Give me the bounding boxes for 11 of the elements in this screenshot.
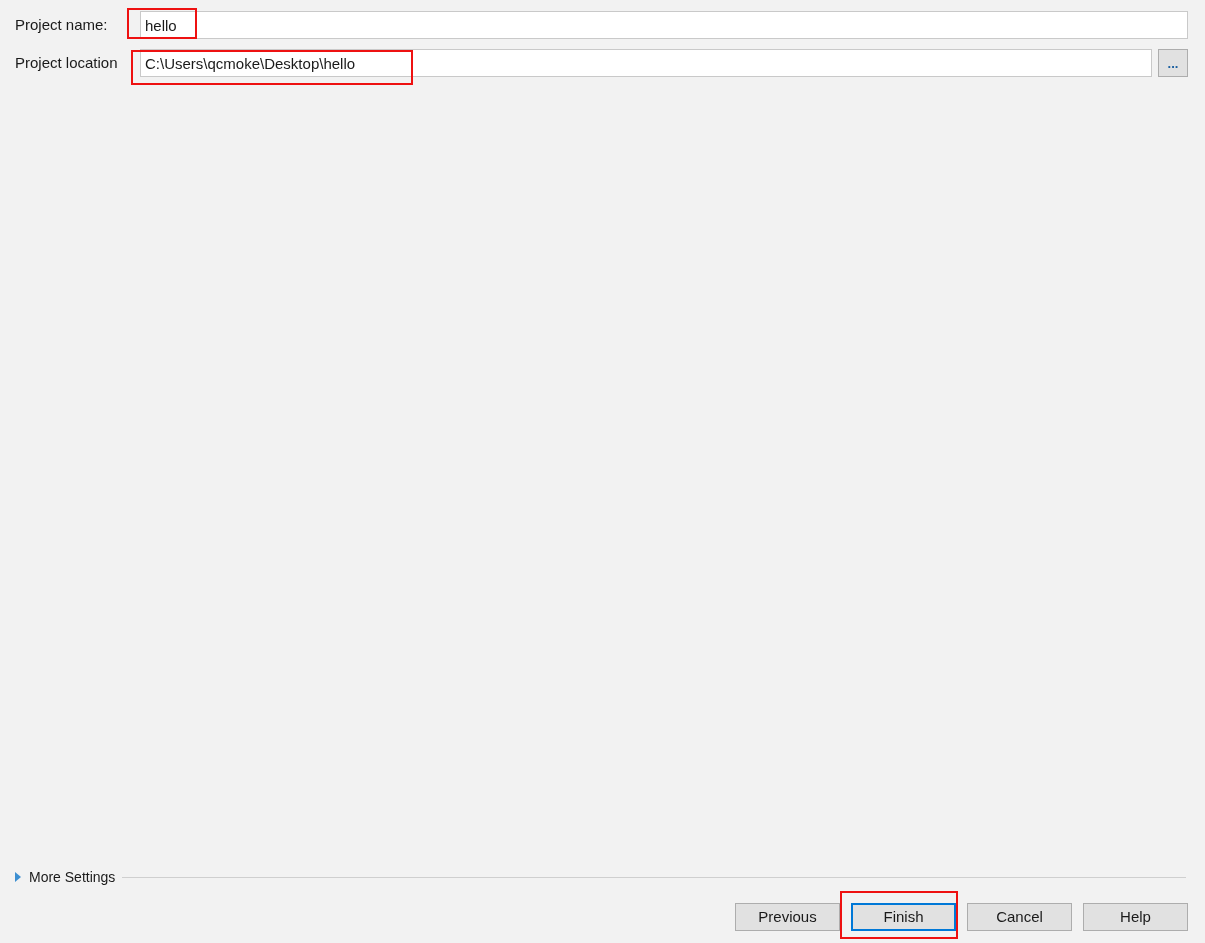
browse-button[interactable]: ... bbox=[1158, 49, 1188, 77]
field-label: Project name: bbox=[15, 14, 109, 35]
field-label: Project location bbox=[15, 52, 119, 73]
more-settings-toggle[interactable]: More Settings bbox=[29, 866, 116, 888]
dialog-button[interactable]: Finish bbox=[851, 903, 956, 931]
text-field[interactable]: C:\Users\qcmoke\Desktop\hello bbox=[140, 49, 1152, 77]
triangle-right-icon[interactable] bbox=[15, 872, 22, 882]
text-field[interactable]: hello bbox=[140, 11, 1188, 39]
dialog-button[interactable]: Help bbox=[1083, 903, 1188, 931]
dialog-button[interactable]: Cancel bbox=[967, 903, 1072, 931]
dialog-button[interactable]: Previous bbox=[735, 903, 840, 931]
